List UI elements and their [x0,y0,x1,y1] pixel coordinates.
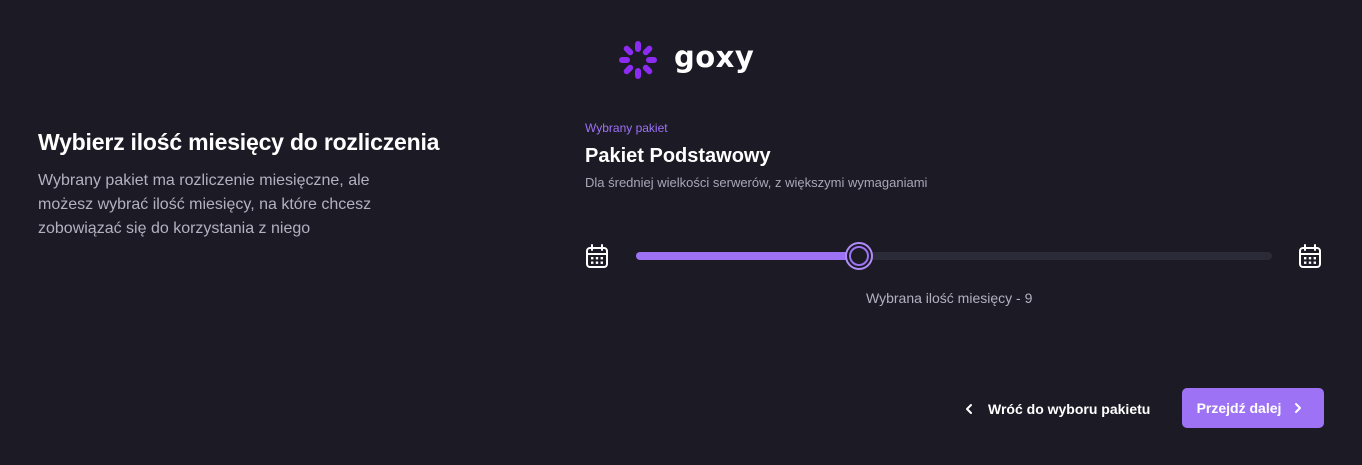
calendar-icon [1299,244,1321,268]
slider-thumb[interactable] [844,242,873,270]
brand-name: goxy [674,39,755,74]
back-to-packages-button[interactable]: Wróć do wyboru pakietu [962,396,1150,422]
package-description: Dla średniej wielkości serwerów, z więks… [585,175,928,190]
chevron-right-icon [1295,403,1302,413]
selected-package-label: Wybrany pakiet [585,121,668,135]
brand-logo: goxy [617,39,754,81]
package-name: Pakiet Podstawowy [585,145,771,167]
calendar-icon [586,244,608,268]
goxy-logo-icon [619,41,657,79]
billing-months-page: goxy Wybierz ilość miesięcy do rozliczen… [0,0,1362,465]
slider-fill [636,252,859,260]
page-title: Wybierz ilość miesięcy do rozliczenia [38,129,440,155]
back-button-label: Wróć do wyboru pakietu [988,401,1151,417]
months-slider[interactable] [636,242,1272,270]
selected-months-label: Wybrana ilość miesięcy - 9 [866,290,1033,306]
next-button-label: Przejdź dalej [1196,400,1282,416]
next-button[interactable]: Przejdź dalej [1182,388,1324,428]
page-description: Wybrany pakiet ma rozliczenie miesięczne… [38,172,372,237]
chevron-left-icon [966,404,972,414]
